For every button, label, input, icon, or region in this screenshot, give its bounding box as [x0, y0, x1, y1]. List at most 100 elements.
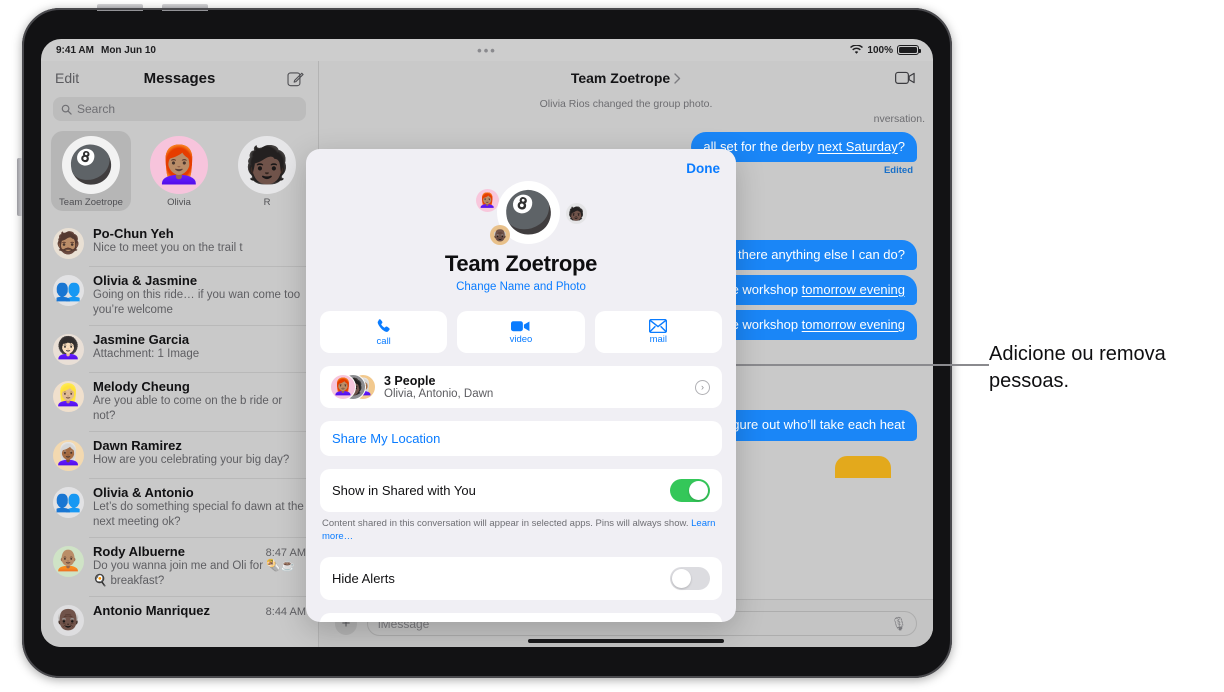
volume-down-button[interactable] — [162, 4, 208, 11]
edit-button[interactable]: Edit — [55, 70, 79, 86]
list-item[interactable]: 👩🏻‍🦱 Jasmine Garcia Attachment: 1 Image — [41, 324, 318, 372]
avatar: 🧑🏽‍🦲 — [53, 545, 84, 577]
conversation-name: Melody Cheung — [93, 378, 190, 394]
people-names: Olivia, Antonio, Dawn — [384, 388, 494, 400]
avatar-glyph: 🧑🏿 — [244, 144, 290, 185]
conversation-preview: Going on this ride… if you wan come too … — [93, 289, 301, 316]
next-section-partial[interactable] — [320, 612, 722, 622]
multitask-grabber[interactable]: ••• — [477, 43, 497, 58]
pinned-avatar: 🎱 — [62, 136, 120, 194]
footnote-text: Content shared in this conversation will… — [322, 518, 689, 529]
status-bar-left: 9:41 AM Mon Jun 10 — [56, 45, 156, 56]
share-my-location-button[interactable]: Share My Location — [320, 421, 722, 456]
wifi-icon — [850, 45, 864, 54]
avatar-glyph: 👱🏼‍♀️ — [55, 384, 82, 408]
power-button[interactable] — [17, 158, 23, 216]
video-call-icon[interactable] — [895, 71, 915, 85]
pinned-conversations: 🎱 Team Zoetrope 👩🏽‍🦰 Olivia 🧑🏿 R — [41, 129, 318, 219]
chevron-right-circle-icon[interactable]: › — [695, 379, 710, 395]
pinned-item-olivia[interactable]: 👩🏽‍🦰 Olivia — [139, 131, 219, 211]
compose-icon[interactable] — [287, 70, 304, 87]
conversation-name: Rody Albuerne — [93, 543, 185, 559]
battery-percent: 100% — [867, 44, 893, 56]
search-input[interactable]: Search — [53, 97, 306, 121]
avatar: 👥 — [53, 486, 84, 518]
share-location-section: Share My Location — [320, 421, 722, 456]
microphone-icon[interactable]: 🎙 — [890, 616, 907, 632]
pinned-item-team-zoetrope[interactable]: 🎱 Team Zoetrope — [51, 131, 131, 211]
people-row[interactable]: 👩🏽‍🦰 🧑🏿 👩🏾‍🦳 3 People Olivia, Antonio, D… — [320, 366, 722, 408]
home-indicator[interactable] — [528, 639, 724, 643]
callout-text: Adicione ou remova pessoas. — [989, 343, 1166, 392]
mail-icon — [649, 319, 668, 333]
ipad-screen: 9:41 AM Mon Jun 10 ••• 100% Edit Message… — [41, 39, 933, 647]
hide-alerts-section: Hide Alerts — [320, 556, 722, 600]
list-item[interactable]: 🧔🏽 Po-Chun Yeh Nice to meet you on the t… — [41, 219, 318, 266]
list-item[interactable]: 🧑🏽‍🦲 Rody Albuerne 8:47 AM Do you wanna j… — [41, 536, 318, 596]
avatar-glyph: 🎱 — [68, 144, 114, 185]
conversation-name: Olivia & Antonio — [93, 484, 194, 500]
conversation-preview: Nice to meet you on the trail t — [93, 242, 243, 254]
status-date: Mon Jun 10 — [100, 44, 156, 56]
conversation-name: Antonio Manriquez — [93, 602, 210, 618]
screenshot-root: 9:41 AM Mon Jun 10 ••• 100% Edit Message… — [0, 0, 1224, 692]
phone-icon — [377, 318, 390, 332]
member-avatar: 👩🏽‍🦰 — [476, 189, 499, 212]
sidebar-navbar: Edit Messages — [41, 61, 318, 95]
search-placeholder: Search — [77, 102, 116, 116]
messages-sidebar: Edit Messages Search 🎱 — [41, 61, 319, 647]
people-avatars: 👩🏽‍🦰 🧑🏿 👩🏾‍🦳 — [330, 374, 376, 400]
list-item[interactable]: 👥 Olivia & Jasmine Going on this ride… i… — [41, 266, 318, 325]
system-note: Olivia Rios changed the group photo. — [539, 98, 713, 110]
volume-up-button[interactable] — [97, 4, 143, 11]
avatar-glyph: 👩🏽‍🦰 — [156, 144, 202, 185]
pinned-item-r[interactable]: 🧑🏿 R — [227, 131, 307, 211]
change-name-photo-button[interactable]: Change Name and Photo — [456, 281, 586, 293]
status-bar-right: 100% — [850, 44, 921, 56]
avatar-glyph: 🧑🏿 — [568, 205, 585, 221]
system-note: nversation. — [873, 113, 925, 125]
hide-alerts-toggle[interactable] — [670, 566, 710, 590]
people-count: 3 People — [384, 374, 436, 388]
member-avatar: 🧑🏿 — [566, 203, 587, 224]
conversation-list: 🧔🏽 Po-Chun Yeh Nice to meet you on the t… — [41, 219, 318, 643]
battery-icon — [897, 45, 921, 55]
show-shared-footnote: Content shared in this conversation will… — [306, 512, 736, 544]
list-item[interactable]: 👱🏼‍♀️ Melody Cheung Are you able to come… — [41, 371, 318, 431]
video-button[interactable]: video — [457, 311, 585, 353]
done-button[interactable]: Done — [686, 161, 720, 176]
list-item[interactable]: 👩🏾‍🦳 Dawn Ramirez How are you celebratin… — [41, 430, 318, 478]
page-title: Team Zoetrope — [444, 251, 598, 276]
list-item[interactable]: 👴🏿 Antonio Manriquez 8:44 AM — [41, 595, 318, 643]
avatar-glyph: 🧑🏽‍🦲 — [55, 549, 82, 573]
mail-button[interactable]: mail — [594, 311, 722, 353]
chat-title-button[interactable]: Team Zoetrope — [571, 70, 681, 86]
show-shared-toggle[interactable] — [670, 479, 710, 502]
pinned-label: Olivia — [167, 197, 191, 208]
group-avatar-cluster[interactable]: 👩🏽‍🦰 🎱 🧑🏿 👴🏿 — [466, 179, 587, 245]
avatar-glyph: 👴🏿 — [492, 228, 508, 242]
avatar-glyph: 👩🏽‍🦰 — [478, 192, 497, 208]
list-item[interactable]: 👥 Olivia & Antonio Let’s do something sp… — [41, 477, 318, 537]
avatar-glyph: 👥 — [55, 278, 82, 302]
quick-actions: call video mail — [306, 293, 736, 353]
message-link[interactable]: tomorrow evening — [802, 282, 905, 297]
conversation-preview: Let’s do something special fo dawn at th… — [93, 500, 304, 528]
message-link[interactable]: next Saturday — [818, 139, 898, 154]
conversation-name: Dawn Ramirez — [93, 437, 182, 453]
avatar-glyph: 👩🏻‍🦱 — [55, 337, 82, 361]
avatar: 👩🏽‍🦰 — [330, 374, 356, 400]
message-link[interactable]: tomorrow evening — [802, 317, 905, 332]
member-avatar: 👴🏿 — [490, 225, 510, 245]
avatar-glyph: 👥 — [55, 490, 82, 514]
avatar-glyph: 👩🏾‍🦳 — [55, 443, 82, 467]
video-icon — [511, 321, 530, 332]
tapback-sticker[interactable] — [835, 455, 891, 478]
avatar-glyph: 👩🏽‍🦰 — [333, 379, 353, 396]
conversation-preview: Do you wanna join me and Oli for 🌯☕🍳 bre… — [93, 559, 295, 587]
conversation-name: Po-Chun Yeh — [93, 226, 174, 241]
show-shared-row[interactable]: Show in Shared with You — [320, 469, 722, 512]
pinned-label: R — [263, 197, 271, 208]
call-button[interactable]: call — [320, 311, 448, 353]
hide-alerts-row[interactable]: Hide Alerts — [320, 557, 722, 600]
